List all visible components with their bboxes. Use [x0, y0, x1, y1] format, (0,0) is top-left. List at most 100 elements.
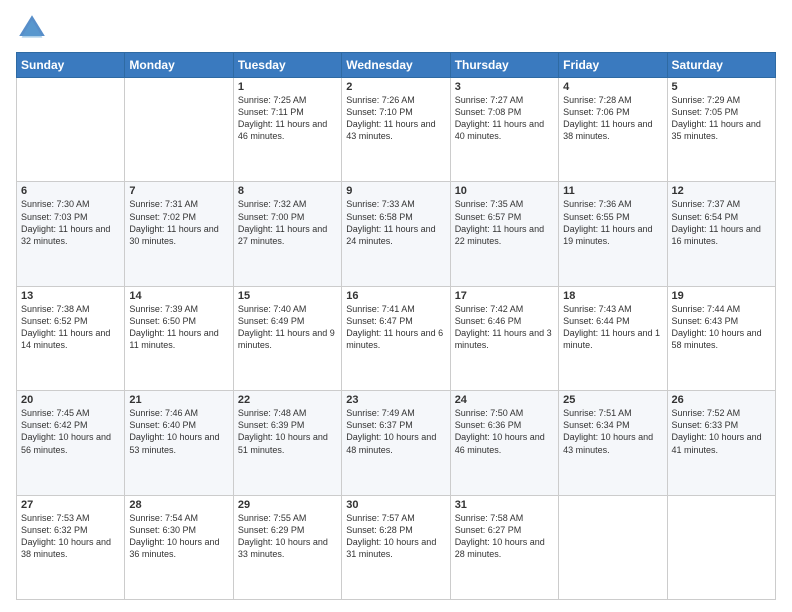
calendar-cell	[17, 78, 125, 182]
day-header-wednesday: Wednesday	[342, 53, 450, 78]
day-number: 5	[672, 81, 771, 93]
calendar-cell: 16Sunrise: 7:41 AM Sunset: 6:47 PM Dayli…	[342, 286, 450, 390]
day-info: Sunrise: 7:40 AM Sunset: 6:49 PM Dayligh…	[238, 303, 337, 352]
day-info: Sunrise: 7:57 AM Sunset: 6:28 PM Dayligh…	[346, 512, 445, 561]
day-info: Sunrise: 7:55 AM Sunset: 6:29 PM Dayligh…	[238, 512, 337, 561]
calendar-cell	[667, 495, 775, 599]
calendar-cell: 26Sunrise: 7:52 AM Sunset: 6:33 PM Dayli…	[667, 391, 775, 495]
day-info: Sunrise: 7:49 AM Sunset: 6:37 PM Dayligh…	[346, 407, 445, 456]
calendar-week-5: 27Sunrise: 7:53 AM Sunset: 6:32 PM Dayli…	[17, 495, 776, 599]
calendar-cell: 2Sunrise: 7:26 AM Sunset: 7:10 PM Daylig…	[342, 78, 450, 182]
calendar-cell: 5Sunrise: 7:29 AM Sunset: 7:05 PM Daylig…	[667, 78, 775, 182]
day-number: 3	[455, 81, 554, 93]
day-info: Sunrise: 7:39 AM Sunset: 6:50 PM Dayligh…	[129, 303, 228, 352]
day-number: 6	[21, 185, 120, 197]
day-info: Sunrise: 7:51 AM Sunset: 6:34 PM Dayligh…	[563, 407, 662, 456]
calendar-cell: 14Sunrise: 7:39 AM Sunset: 6:50 PM Dayli…	[125, 286, 233, 390]
day-number: 22	[238, 394, 337, 406]
day-number: 30	[346, 499, 445, 511]
days-of-week-row: SundayMondayTuesdayWednesdayThursdayFrid…	[17, 53, 776, 78]
calendar-cell: 13Sunrise: 7:38 AM Sunset: 6:52 PM Dayli…	[17, 286, 125, 390]
day-info: Sunrise: 7:33 AM Sunset: 6:58 PM Dayligh…	[346, 198, 445, 247]
day-info: Sunrise: 7:43 AM Sunset: 6:44 PM Dayligh…	[563, 303, 662, 352]
day-info: Sunrise: 7:38 AM Sunset: 6:52 PM Dayligh…	[21, 303, 120, 352]
calendar-cell: 28Sunrise: 7:54 AM Sunset: 6:30 PM Dayli…	[125, 495, 233, 599]
day-number: 14	[129, 290, 228, 302]
day-info: Sunrise: 7:31 AM Sunset: 7:02 PM Dayligh…	[129, 198, 228, 247]
day-number: 21	[129, 394, 228, 406]
day-header-thursday: Thursday	[450, 53, 558, 78]
day-number: 20	[21, 394, 120, 406]
day-info: Sunrise: 7:58 AM Sunset: 6:27 PM Dayligh…	[455, 512, 554, 561]
day-number: 2	[346, 81, 445, 93]
day-header-tuesday: Tuesday	[233, 53, 341, 78]
day-number: 27	[21, 499, 120, 511]
day-number: 11	[563, 185, 662, 197]
day-info: Sunrise: 7:26 AM Sunset: 7:10 PM Dayligh…	[346, 94, 445, 143]
calendar-cell: 31Sunrise: 7:58 AM Sunset: 6:27 PM Dayli…	[450, 495, 558, 599]
day-info: Sunrise: 7:30 AM Sunset: 7:03 PM Dayligh…	[21, 198, 120, 247]
day-number: 15	[238, 290, 337, 302]
calendar-cell: 3Sunrise: 7:27 AM Sunset: 7:08 PM Daylig…	[450, 78, 558, 182]
day-info: Sunrise: 7:29 AM Sunset: 7:05 PM Dayligh…	[672, 94, 771, 143]
day-number: 8	[238, 185, 337, 197]
calendar-cell: 9Sunrise: 7:33 AM Sunset: 6:58 PM Daylig…	[342, 182, 450, 286]
calendar-cell: 4Sunrise: 7:28 AM Sunset: 7:06 PM Daylig…	[559, 78, 667, 182]
day-number: 9	[346, 185, 445, 197]
calendar-cell: 15Sunrise: 7:40 AM Sunset: 6:49 PM Dayli…	[233, 286, 341, 390]
day-number: 25	[563, 394, 662, 406]
day-info: Sunrise: 7:53 AM Sunset: 6:32 PM Dayligh…	[21, 512, 120, 561]
calendar-cell: 25Sunrise: 7:51 AM Sunset: 6:34 PM Dayli…	[559, 391, 667, 495]
calendar-cell: 12Sunrise: 7:37 AM Sunset: 6:54 PM Dayli…	[667, 182, 775, 286]
calendar-cell: 10Sunrise: 7:35 AM Sunset: 6:57 PM Dayli…	[450, 182, 558, 286]
calendar-cell: 18Sunrise: 7:43 AM Sunset: 6:44 PM Dayli…	[559, 286, 667, 390]
day-info: Sunrise: 7:32 AM Sunset: 7:00 PM Dayligh…	[238, 198, 337, 247]
day-info: Sunrise: 7:45 AM Sunset: 6:42 PM Dayligh…	[21, 407, 120, 456]
day-number: 24	[455, 394, 554, 406]
day-number: 10	[455, 185, 554, 197]
day-header-saturday: Saturday	[667, 53, 775, 78]
day-info: Sunrise: 7:27 AM Sunset: 7:08 PM Dayligh…	[455, 94, 554, 143]
day-number: 7	[129, 185, 228, 197]
calendar-cell: 11Sunrise: 7:36 AM Sunset: 6:55 PM Dayli…	[559, 182, 667, 286]
calendar-table: SundayMondayTuesdayWednesdayThursdayFrid…	[16, 52, 776, 600]
calendar-cell: 8Sunrise: 7:32 AM Sunset: 7:00 PM Daylig…	[233, 182, 341, 286]
calendar-cell: 22Sunrise: 7:48 AM Sunset: 6:39 PM Dayli…	[233, 391, 341, 495]
day-header-sunday: Sunday	[17, 53, 125, 78]
day-info: Sunrise: 7:48 AM Sunset: 6:39 PM Dayligh…	[238, 407, 337, 456]
calendar-cell	[559, 495, 667, 599]
calendar-cell: 17Sunrise: 7:42 AM Sunset: 6:46 PM Dayli…	[450, 286, 558, 390]
logo	[16, 12, 52, 44]
day-info: Sunrise: 7:46 AM Sunset: 6:40 PM Dayligh…	[129, 407, 228, 456]
day-number: 13	[21, 290, 120, 302]
day-header-friday: Friday	[559, 53, 667, 78]
day-info: Sunrise: 7:35 AM Sunset: 6:57 PM Dayligh…	[455, 198, 554, 247]
calendar-cell: 1Sunrise: 7:25 AM Sunset: 7:11 PM Daylig…	[233, 78, 341, 182]
calendar-cell: 30Sunrise: 7:57 AM Sunset: 6:28 PM Dayli…	[342, 495, 450, 599]
day-info: Sunrise: 7:41 AM Sunset: 6:47 PM Dayligh…	[346, 303, 445, 352]
calendar-cell: 7Sunrise: 7:31 AM Sunset: 7:02 PM Daylig…	[125, 182, 233, 286]
day-number: 31	[455, 499, 554, 511]
calendar-cell: 29Sunrise: 7:55 AM Sunset: 6:29 PM Dayli…	[233, 495, 341, 599]
calendar-cell: 27Sunrise: 7:53 AM Sunset: 6:32 PM Dayli…	[17, 495, 125, 599]
day-info: Sunrise: 7:50 AM Sunset: 6:36 PM Dayligh…	[455, 407, 554, 456]
calendar-cell: 19Sunrise: 7:44 AM Sunset: 6:43 PM Dayli…	[667, 286, 775, 390]
page: SundayMondayTuesdayWednesdayThursdayFrid…	[0, 0, 792, 612]
day-header-monday: Monday	[125, 53, 233, 78]
day-number: 28	[129, 499, 228, 511]
day-info: Sunrise: 7:52 AM Sunset: 6:33 PM Dayligh…	[672, 407, 771, 456]
day-number: 18	[563, 290, 662, 302]
day-number: 23	[346, 394, 445, 406]
day-info: Sunrise: 7:54 AM Sunset: 6:30 PM Dayligh…	[129, 512, 228, 561]
day-number: 17	[455, 290, 554, 302]
calendar-cell: 6Sunrise: 7:30 AM Sunset: 7:03 PM Daylig…	[17, 182, 125, 286]
day-number: 12	[672, 185, 771, 197]
day-number: 4	[563, 81, 662, 93]
day-number: 16	[346, 290, 445, 302]
calendar-cell	[125, 78, 233, 182]
logo-icon	[16, 12, 48, 44]
day-info: Sunrise: 7:28 AM Sunset: 7:06 PM Dayligh…	[563, 94, 662, 143]
calendar-week-1: 1Sunrise: 7:25 AM Sunset: 7:11 PM Daylig…	[17, 78, 776, 182]
day-info: Sunrise: 7:42 AM Sunset: 6:46 PM Dayligh…	[455, 303, 554, 352]
day-number: 19	[672, 290, 771, 302]
